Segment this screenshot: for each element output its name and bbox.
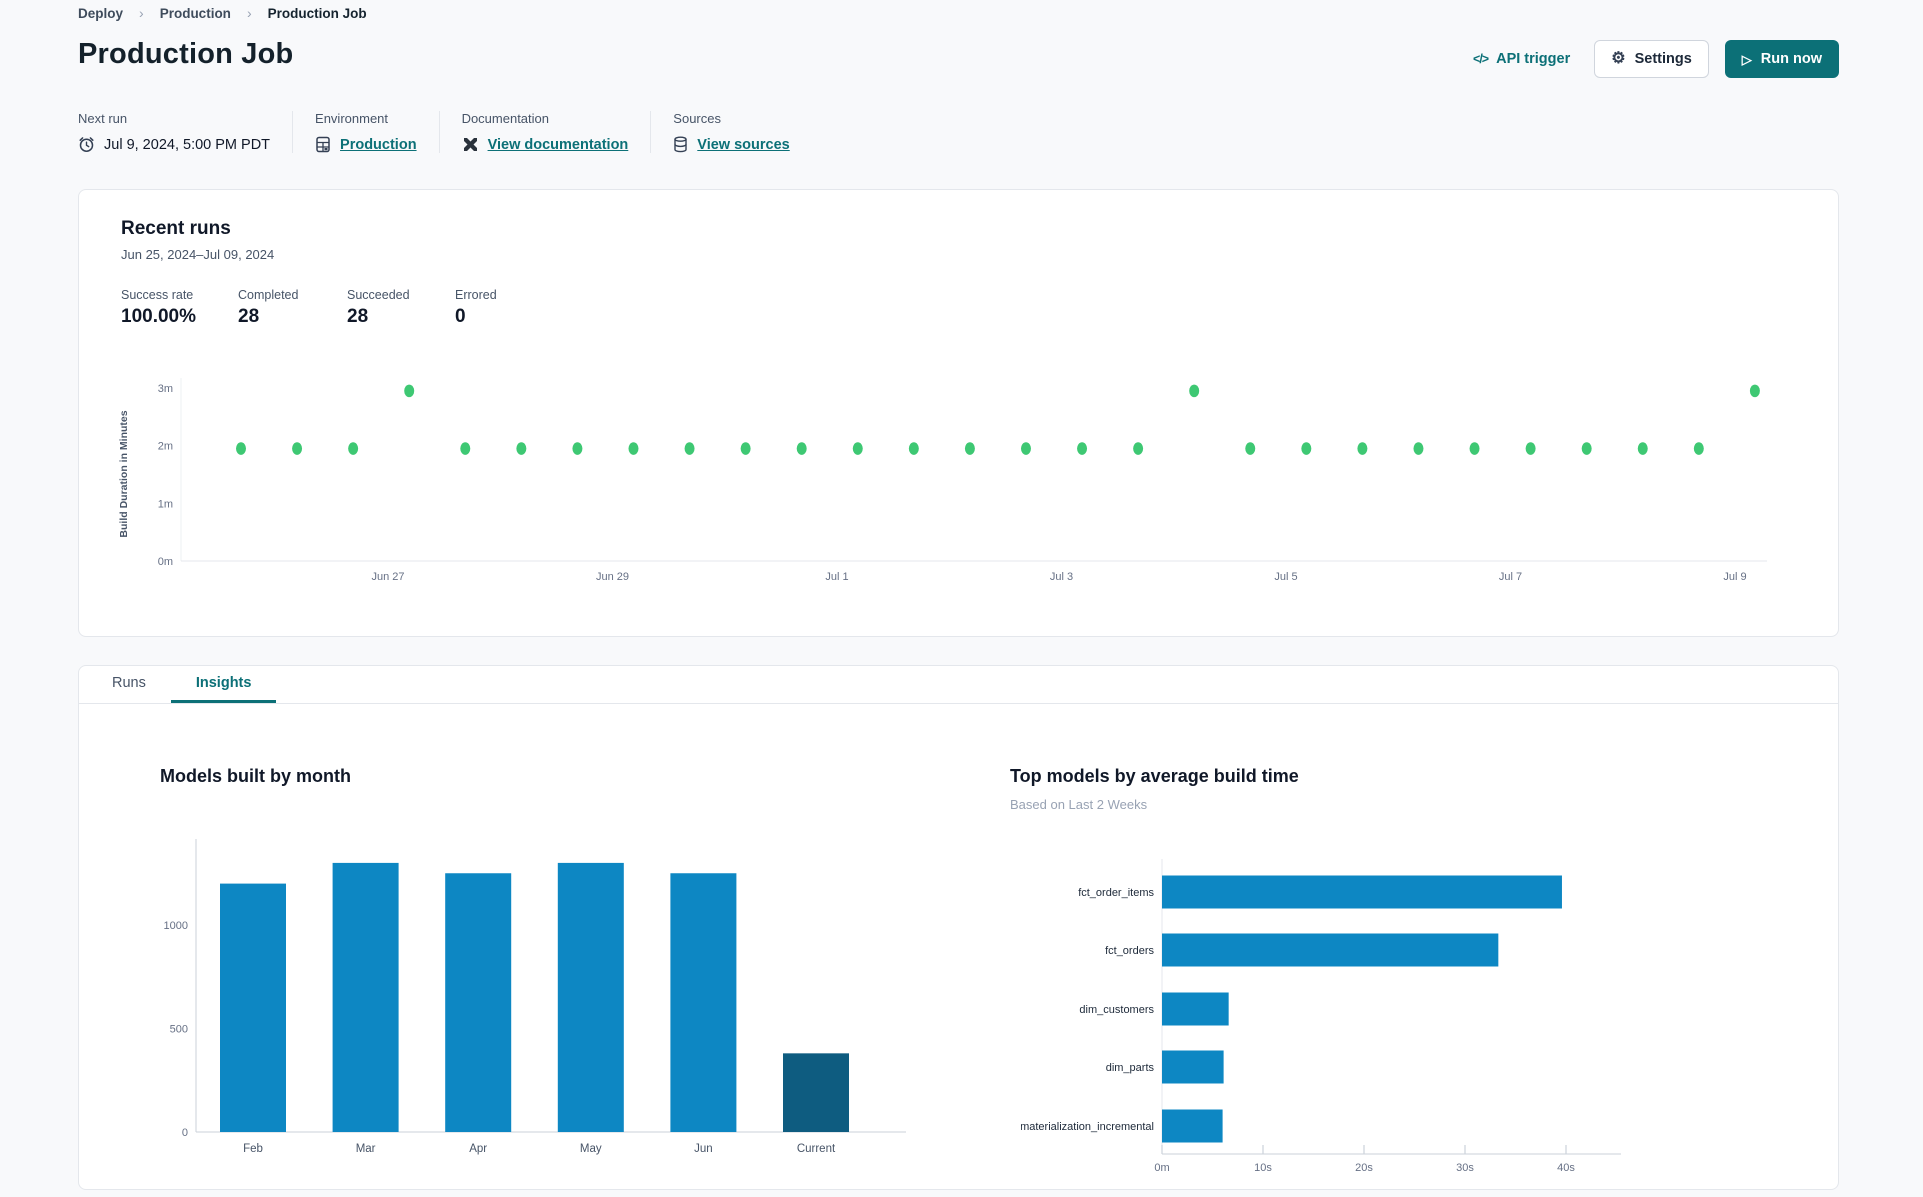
api-trigger-label: API trigger (1496, 51, 1571, 67)
view-documentation-link[interactable]: View documentation (488, 137, 629, 153)
build-duration-scatter-chart: 0m 1m 2m 3m Build Duration in Minutes Jun 27 J… (118, 378, 1767, 583)
tab-runs[interactable]: Runs (87, 666, 171, 703)
svg-text:Feb: Feb (243, 1143, 263, 1155)
svg-text:0m: 0m (1154, 1162, 1169, 1174)
api-trigger-link[interactable]: </> API trigger (1473, 51, 1570, 67)
svg-text:Jun 27: Jun 27 (371, 571, 404, 583)
svg-text:materialization_incremental: materialization_incremental (1021, 1121, 1154, 1133)
alarm-clock-icon (79, 137, 94, 152)
recent-runs-card: Recent runs Jun 25, 2024–Jul 09, 2024 Su… (78, 189, 1839, 637)
svg-text:0: 0 (182, 1127, 188, 1139)
sources-label: Sources (673, 111, 721, 126)
play-icon: ▷ (1741, 51, 1752, 67)
stat-completed: Completed 28 (238, 288, 299, 327)
svg-text:Jul 9: Jul 9 (1723, 571, 1746, 583)
breadcrumb-deploy[interactable]: Deploy (78, 6, 123, 21)
production-job-page: Deploy › Production › Production Job Pro… (0, 0, 1923, 1197)
run-now-button[interactable]: ▷ Run now (1724, 40, 1839, 78)
job-meta-row: Next run Jul 9, 2024, 5:00 PM PDT Enviro… (78, 111, 812, 153)
svg-text:1000: 1000 (164, 920, 188, 932)
documentation-label: Documentation (461, 111, 550, 126)
svg-text:dim_customers: dim_customers (1079, 1004, 1154, 1016)
svg-text:Jun 29: Jun 29 (596, 571, 629, 583)
svg-text:500: 500 (170, 1024, 188, 1036)
chevron-right-icon: › (246, 5, 252, 21)
svg-text:1m: 1m (158, 498, 173, 510)
svg-text:3m: 3m (158, 383, 173, 395)
recent-runs-date-range: Jun 25, 2024–Jul 09, 2024 (121, 247, 275, 262)
breadcrumb-production[interactable]: Production (160, 6, 231, 21)
svg-text:fct_orders: fct_orders (1105, 945, 1154, 957)
stat-succeeded: Succeeded 28 (347, 288, 410, 327)
recent-runs-title: Recent runs (121, 218, 231, 239)
header-actions: </> API trigger ⚙ Settings ▷ Run now (1473, 40, 1839, 78)
job-detail-card: Runs Insights Models built by month 0 500… (78, 665, 1839, 1190)
next-run-label: Next run (78, 111, 128, 126)
svg-text:0m: 0m (158, 556, 173, 568)
meta-next-run: Next run Jul 9, 2024, 5:00 PM PDT (78, 111, 294, 153)
source-stack-icon (674, 136, 687, 153)
svg-text:Jul 7: Jul 7 (1499, 571, 1522, 583)
svg-text:Mar: Mar (356, 1143, 376, 1155)
gear-icon: ⚙ (1611, 50, 1626, 67)
models-built-chart-title: Models built by month (160, 766, 351, 786)
svg-text:fct_order_items: fct_order_items (1078, 887, 1154, 899)
svg-text:20s: 20s (1355, 1162, 1373, 1174)
code-icon: </> (1473, 52, 1489, 66)
meta-sources: Sources View sources (651, 111, 811, 153)
stat-success-rate: Success rate 100.00% (121, 288, 197, 327)
top-models-bar-chart: 0m 10s 20s 30s 40s fct_order_items fct_ordersd… (1021, 859, 1621, 1174)
environment-link[interactable]: Production (340, 137, 417, 153)
models-built-bar-chart: 0 500 1000 Feb Mar Apr May Jun Current (164, 839, 906, 1155)
svg-text:Jul 1: Jul 1 (825, 571, 848, 583)
recent-runs-stats: Success rate 100.00% Completed 28 Succee… (121, 288, 497, 328)
svg-text:Jun: Jun (694, 1143, 713, 1155)
svg-text:May: May (580, 1143, 602, 1155)
breadcrumb: Deploy › Production › Production Job (78, 5, 367, 21)
svg-text:10s: 10s (1254, 1162, 1272, 1174)
svg-text:40s: 40s (1557, 1162, 1575, 1174)
view-sources-link[interactable]: View sources (697, 137, 789, 153)
meta-environment: Environment Production (293, 111, 440, 153)
chevron-right-icon: › (139, 5, 144, 21)
settings-label: Settings (1634, 51, 1692, 67)
breadcrumb-production-job: Production Job (267, 5, 367, 21)
svg-text:dim_parts: dim_parts (1106, 1062, 1155, 1074)
svg-text:Current: Current (797, 1143, 836, 1155)
meta-documentation: Documentation View documentation (440, 111, 652, 153)
top-models-chart-subtitle: Based on Last 2 Weeks (1010, 797, 1148, 812)
svg-text:Jul 5: Jul 5 (1274, 571, 1297, 583)
svg-text:Build Duration in Minutes: Build Duration in Minutes (118, 410, 130, 537)
svg-text:Apr: Apr (469, 1143, 487, 1155)
top-models-chart-title: Top models by average build time (1010, 766, 1299, 786)
svg-text:Jul 3: Jul 3 (1050, 571, 1073, 583)
run-now-label: Run now (1760, 51, 1822, 67)
dbt-docs-icon (463, 138, 477, 151)
page-title: Production Job (78, 38, 294, 70)
environment-label: Environment (315, 111, 389, 126)
stat-errored: Errored 0 (455, 288, 497, 327)
tab-insights[interactable]: Insights (170, 666, 277, 703)
svg-text:30s: 30s (1456, 1162, 1474, 1174)
next-run-value: Jul 9, 2024, 5:00 PM PDT (104, 136, 271, 153)
database-icon (316, 136, 330, 153)
tab-bar: Runs Insights (79, 666, 1838, 704)
svg-text:2m: 2m (158, 441, 173, 453)
settings-button[interactable]: ⚙ Settings (1594, 40, 1709, 78)
